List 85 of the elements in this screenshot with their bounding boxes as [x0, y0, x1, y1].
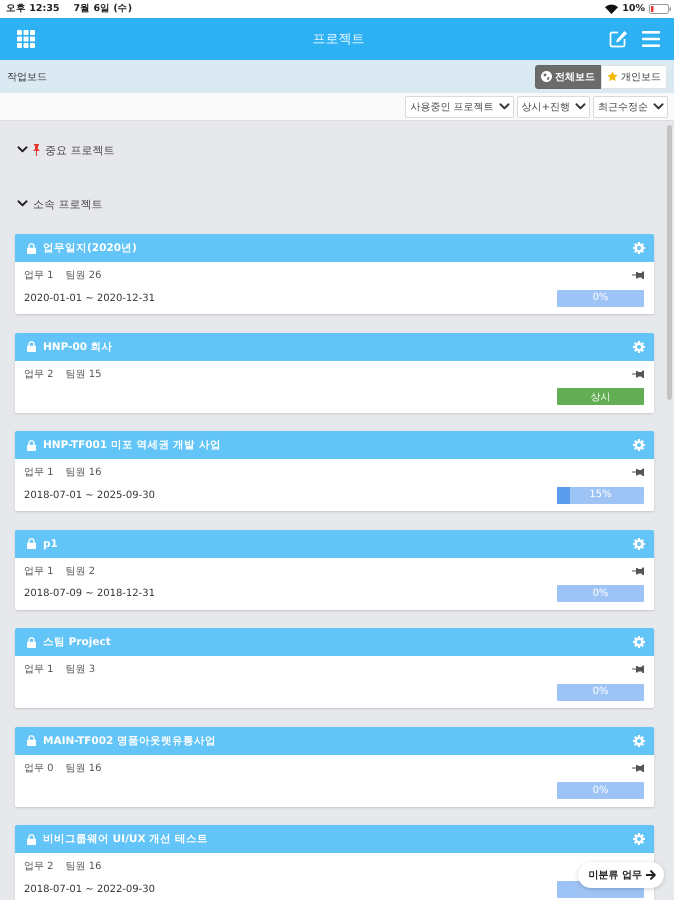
- settings-button[interactable]: [633, 340, 645, 352]
- section-title[interactable]: 소속 프로젝트: [33, 196, 102, 212]
- task-count: 업무 1: [24, 269, 54, 282]
- member-count: 팀원 2: [66, 564, 96, 578]
- pushpin-icon: [632, 271, 644, 279]
- task-count: 업무 2: [24, 368, 54, 380]
- edit-button[interactable]: [609, 30, 628, 48]
- project-period: 2018-07-01 ~ 2025-09-30: [24, 490, 155, 500]
- member-count: 팀원 3: [66, 663, 96, 676]
- filter-dropdown[interactable]: 최근수정순: [593, 96, 668, 118]
- project-title: HNP-00 회사: [43, 340, 114, 354]
- chevron-down-icon: [498, 102, 510, 110]
- settings-button[interactable]: [633, 538, 645, 550]
- status-date: 7월 6일 (수): [74, 4, 132, 14]
- pushpin-icon: [632, 764, 644, 772]
- pushpin-icon: [632, 566, 644, 574]
- project-title: 스팀 Project: [43, 635, 112, 649]
- unclassified-tasks-button[interactable]: 미분류 업무: [578, 862, 664, 888]
- edit-icon: [609, 30, 628, 48]
- gear-icon: [633, 636, 645, 648]
- project-card[interactable]: HNP-TF001 미포 역세권 개발 사업 업무 1 팀원 16 2018-07-01 ~ 2025-09-30 15%: [15, 431, 654, 511]
- status-badge: 상시: [557, 388, 644, 405]
- progress-label: 0%: [592, 293, 608, 303]
- member-count: 팀원 16: [66, 466, 102, 479]
- battery-percent: 10%: [622, 4, 645, 14]
- project-card[interactable]: p1 업무 1 팀원 2 2018-07-09 ~ 2018-12-31 0%: [15, 530, 654, 610]
- board-tab[interactable]: 개인보드: [601, 64, 667, 88]
- pushpin-icon: [632, 468, 644, 476]
- member-count: 팀원 16: [66, 762, 102, 774]
- task-count: 업무 0: [24, 762, 54, 774]
- menu-button[interactable]: [642, 31, 660, 47]
- filter-dropdown[interactable]: 상시+진행: [516, 96, 590, 118]
- board-title: 작업보드: [7, 70, 47, 84]
- project-title: HNP-TF001 미포 역세권 개발 사업: [43, 438, 222, 452]
- gear-icon: [633, 340, 645, 352]
- project-title: p1: [43, 538, 59, 550]
- board-tab[interactable]: 전체보드: [535, 64, 601, 88]
- project-period: 2018-07-01 ~ 2022-09-30: [24, 884, 155, 894]
- wifi-icon: [605, 4, 618, 14]
- task-count: 업무 1: [24, 564, 54, 578]
- progress-label: 0%: [592, 687, 608, 697]
- apps-button[interactable]: [17, 30, 35, 48]
- project-card[interactable]: HNP-00 회사 업무 2 팀원 15 상시: [15, 332, 654, 412]
- settings-button[interactable]: [633, 242, 645, 254]
- project-period: 2018-07-09 ~ 2018-12-31: [24, 588, 155, 599]
- project-title: 업무일지(2020년): [43, 241, 138, 255]
- member-count: 팀원 16: [66, 860, 102, 873]
- member-count: 팀원 26: [66, 269, 102, 282]
- page-title: 프로젝트: [312, 31, 364, 48]
- project-period: 2020-01-01 ~ 2020-12-31: [24, 292, 155, 304]
- project-card[interactable]: 스팀 Project 업무 1 팀원 3 0%: [15, 628, 654, 708]
- pushpin-icon: [632, 370, 644, 378]
- gear-icon: [633, 242, 645, 254]
- settings-button[interactable]: [633, 636, 645, 648]
- grid-icon: [17, 30, 35, 48]
- chevron-down-icon: [653, 102, 664, 110]
- gear-icon: [633, 833, 645, 845]
- settings-button[interactable]: [633, 833, 645, 845]
- task-count: 업무 2: [24, 860, 54, 873]
- member-count: 팀원 15: [66, 368, 102, 380]
- star-icon: [607, 71, 618, 82]
- gear-icon: [633, 538, 645, 550]
- filter-dropdown[interactable]: 사용중인 프로젝트: [405, 96, 514, 118]
- progress-label: 0%: [592, 786, 608, 796]
- project-title: 비비그룹웨어 UI/UX 개선 테스트: [43, 832, 209, 846]
- battery-icon: [649, 4, 671, 14]
- project-card[interactable]: 업무일지(2020년) 업무 1 팀원 26 2020-01-01 ~ 2020-12-31 0%: [15, 234, 654, 314]
- gear-icon: [633, 734, 645, 746]
- task-count: 업무 1: [24, 466, 54, 479]
- settings-button[interactable]: [633, 734, 645, 746]
- scrollbar-thumb[interactable]: [667, 125, 672, 400]
- task-count: 업무 1: [24, 663, 54, 676]
- globe-icon: [541, 71, 552, 82]
- gear-icon: [633, 439, 645, 451]
- menu-icon: [642, 31, 660, 47]
- project-card[interactable]: MAIN-TF002 명품아웃렛유통사업 업무 0 팀원 16 0%: [15, 726, 654, 806]
- chevron-down-icon: [575, 102, 586, 110]
- project-title: MAIN-TF002 명품아웃렛유통사업: [43, 734, 217, 748]
- pushpin-icon: [632, 665, 644, 673]
- settings-button[interactable]: [633, 439, 645, 451]
- status-time: 오후 12:35: [6, 4, 60, 14]
- progress-label: 0%: [592, 588, 608, 598]
- section-title[interactable]: 중요 프로젝트: [45, 142, 114, 158]
- progress-label: 15%: [589, 490, 612, 500]
- arrow-right-icon: [646, 870, 656, 880]
